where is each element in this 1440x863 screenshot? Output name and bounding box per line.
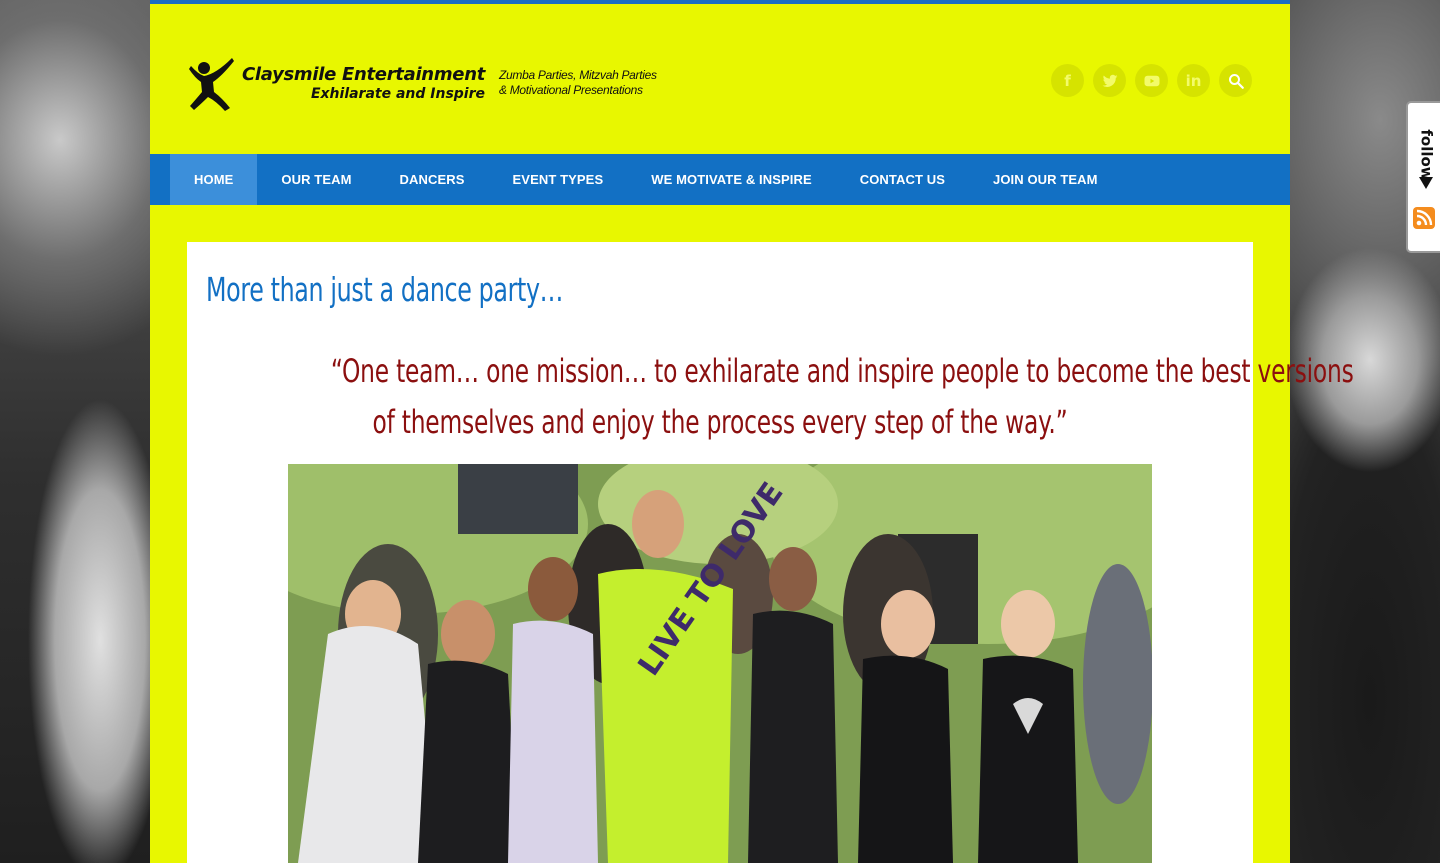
logo-name: Claysmile Entertainment [242,64,486,85]
slogan-line-1: Zumba Parties, Mitzvah Parties [499,68,657,82]
quote-line-2: of themselves and enjoy the process ever… [372,403,1068,441]
rss-icon[interactable] [1413,207,1435,229]
logo-figure-icon [189,58,234,111]
site-header: Claysmile Entertainment Exhilarate and I… [150,4,1290,154]
nav-item-we-motivate-inspire[interactable]: WE MOTIVATE & INSPIRE [627,154,836,205]
linkedin-icon[interactable]: in [1177,64,1210,97]
main-content: More than just a dance party… “One team…… [187,242,1354,863]
mission-quote: “One team… one mission… to exhilarate an… [187,346,1354,448]
header-slogan: Zumba Parties, Mitzvah Parties & Motivat… [499,68,679,98]
team-photo: LIVE TO LOVE [288,464,1152,863]
youtube-icon[interactable] [1135,64,1168,97]
nav-item-our-team[interactable]: OUR TEAM [257,154,375,205]
quote-line-1: “One team… one mission… to exhilarate an… [330,352,1354,390]
page-heading: More than just a dance party… [206,270,564,309]
facebook-icon[interactable]: f [1051,64,1084,97]
page-wrapper: Claysmile Entertainment Exhilarate and I… [150,4,1354,863]
search-icon[interactable] [1219,64,1252,97]
social-links: f in [1051,64,1252,97]
follow-widget[interactable]: follow [1406,101,1440,253]
nav-item-join-our-team[interactable]: JOIN OUR TEAM [969,154,1122,205]
nav-item-home[interactable]: HOME [170,154,258,205]
main-nav: HOME OUR TEAM DANCERS EVENT TYPES WE MOT… [150,154,1290,205]
twitter-icon[interactable] [1093,64,1126,97]
follow-label: follow [1418,129,1436,181]
logo-tagline: Exhilarate and Inspire [310,86,486,102]
nav-item-contact-us[interactable]: CONTACT US [836,154,969,205]
follow-arrow-icon [1419,177,1433,189]
nav-item-event-types[interactable]: EVENT TYPES [489,154,628,205]
nav-item-dancers[interactable]: DANCERS [376,154,489,205]
slogan-line-2: & Motivational Presentations [499,83,643,97]
